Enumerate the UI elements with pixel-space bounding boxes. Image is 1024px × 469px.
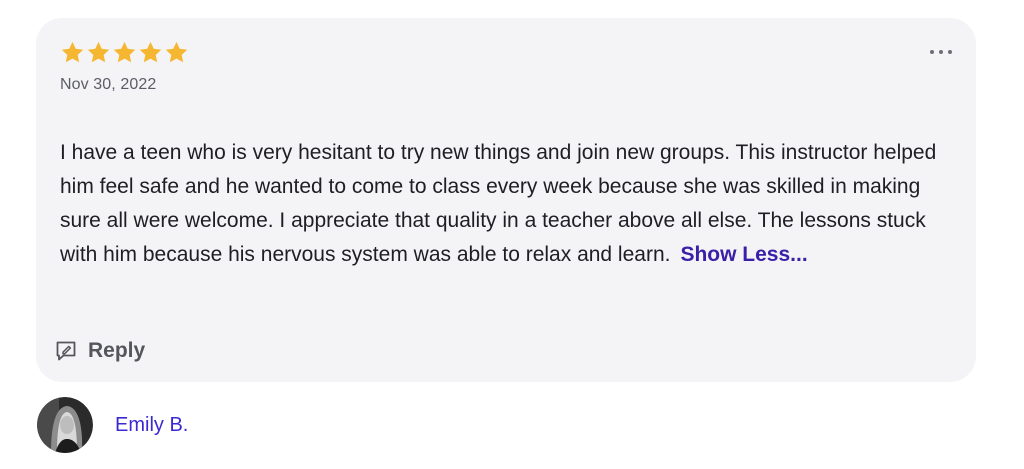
review-body: I have a teen who is very hesitant to tr…	[60, 136, 950, 272]
review-card: Nov 30, 2022 I have a teen who is very h…	[36, 18, 976, 382]
review-author: Emily B.	[37, 397, 188, 453]
more-dot	[948, 50, 952, 54]
star-icon	[113, 41, 136, 63]
star-icon	[61, 41, 84, 63]
review-date: Nov 30, 2022	[60, 76, 157, 93]
more-options-icon[interactable]	[930, 42, 952, 62]
more-dot	[930, 50, 934, 54]
show-less-link[interactable]: Show Less...	[680, 243, 807, 266]
reply-label: Reply	[88, 339, 146, 362]
reply-icon	[56, 341, 76, 361]
avatar[interactable]	[37, 397, 93, 453]
more-dot	[939, 50, 943, 54]
star-icon	[87, 41, 110, 63]
star-icon	[165, 41, 188, 63]
star-rating	[60, 40, 189, 65]
author-name-link[interactable]: Emily B.	[115, 414, 188, 437]
star-icon	[139, 41, 162, 63]
reply-button[interactable]: Reply	[54, 339, 145, 363]
